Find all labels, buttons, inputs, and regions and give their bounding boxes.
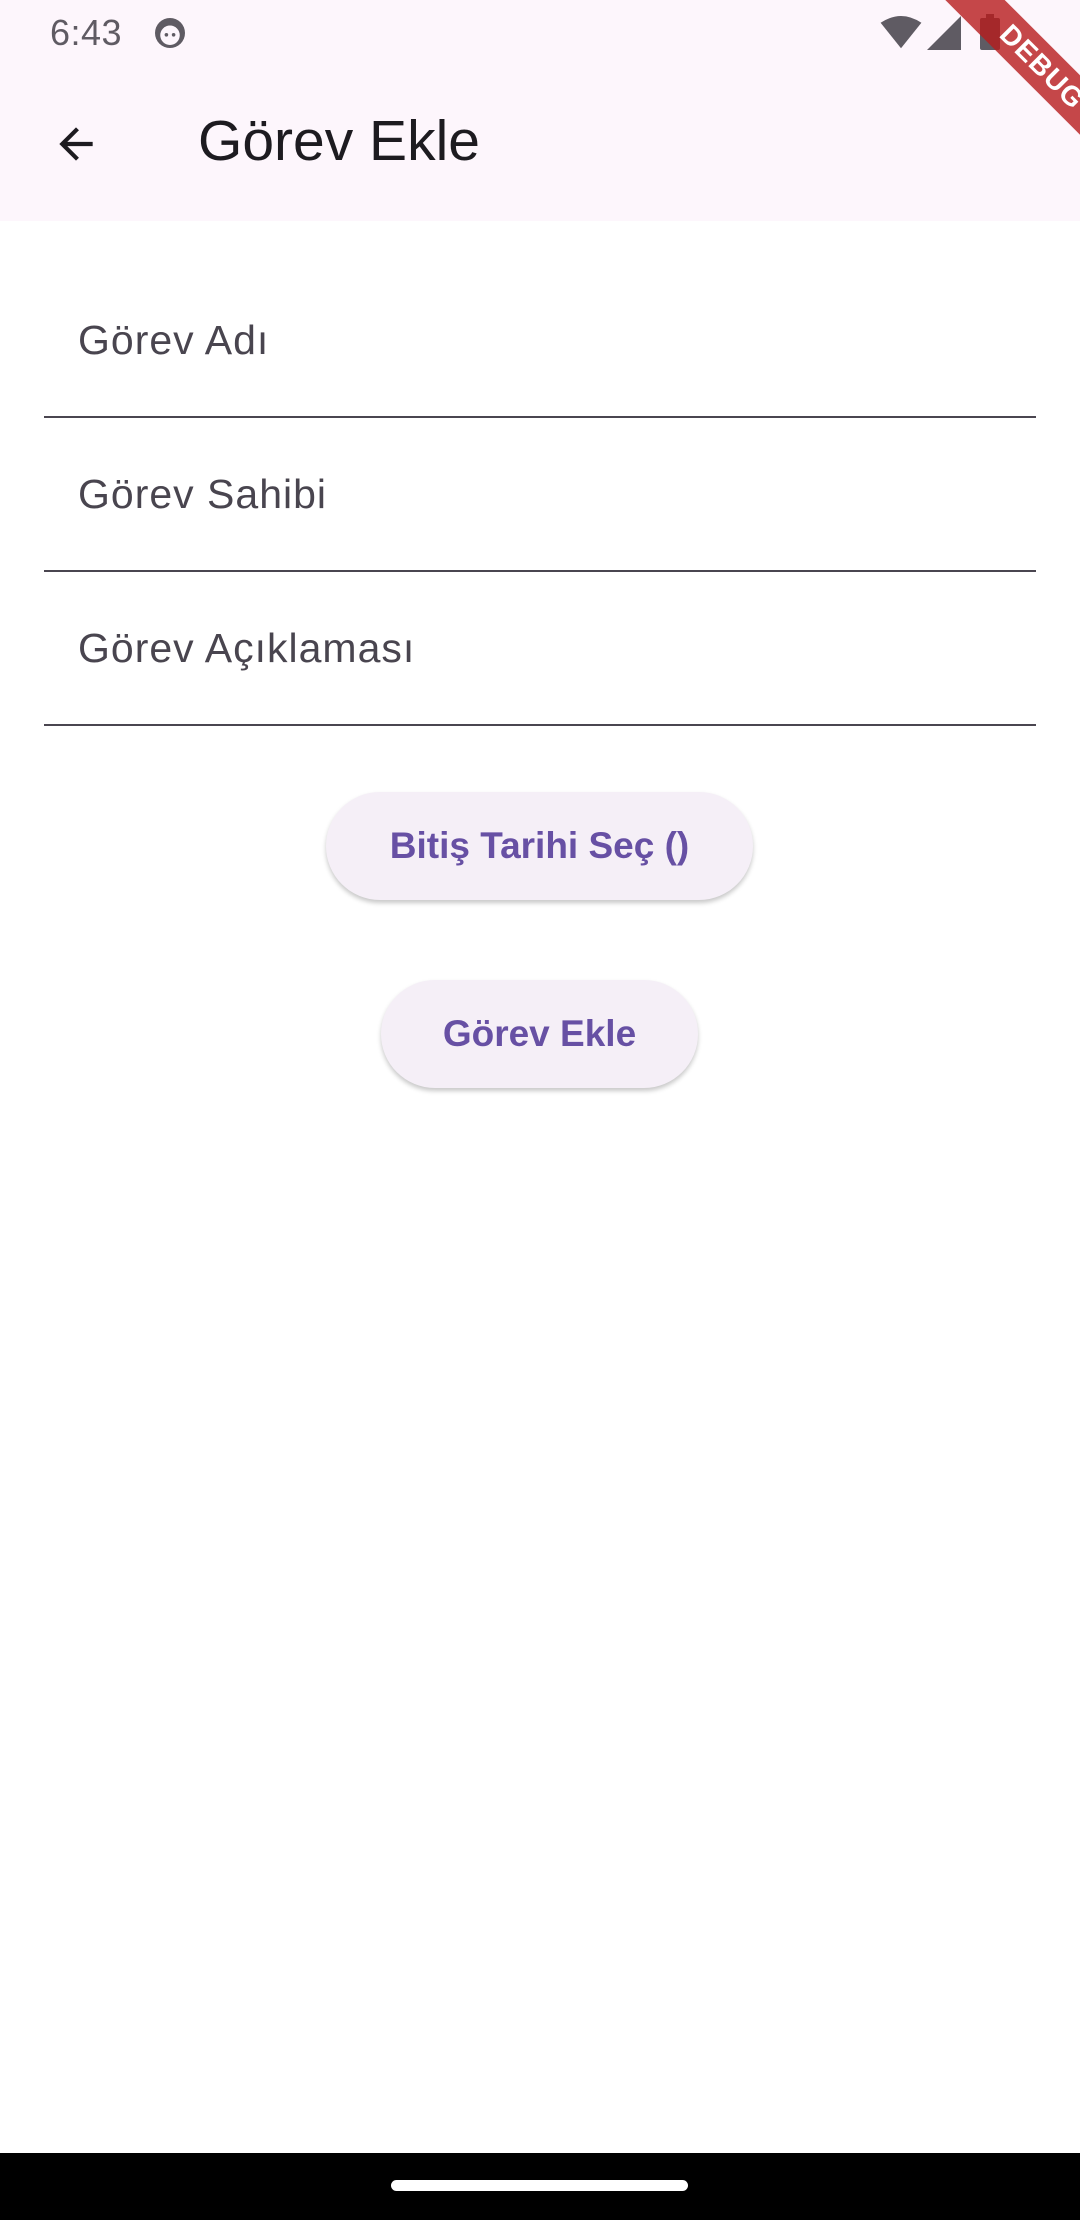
task-description-input[interactable] — [44, 572, 1036, 724]
android-head-icon — [155, 18, 185, 48]
signal-icon — [927, 16, 961, 50]
pick-due-date-label: Bitiş Tarihi Seç () — [389, 825, 690, 866]
navigation-bar — [0, 2153, 1080, 2220]
battery-icon — [980, 14, 1000, 50]
wifi-icon — [880, 16, 922, 49]
task-owner-input[interactable] — [44, 418, 1036, 570]
task-description-field[interactable] — [44, 572, 1036, 726]
task-name-field[interactable] — [44, 264, 1036, 418]
task-name-input[interactable] — [44, 264, 1036, 416]
page-title: Görev Ekle — [198, 109, 480, 173]
status-time: 6:43 — [50, 12, 123, 53]
add-task-label: Görev Ekle — [442, 1013, 637, 1054]
app-bar: Görev Ekle — [0, 66, 1080, 221]
add-task-button[interactable]: Görev Ekle — [381, 980, 698, 1088]
arrow-back-icon — [59, 127, 93, 161]
back-button[interactable] — [38, 106, 114, 182]
task-owner-field[interactable] — [44, 418, 1036, 572]
status-bar: 6:43 — [0, 0, 1080, 66]
pick-due-date-button[interactable]: Bitiş Tarihi Seç () — [326, 792, 753, 900]
home-indicator[interactable] — [391, 2180, 688, 2191]
